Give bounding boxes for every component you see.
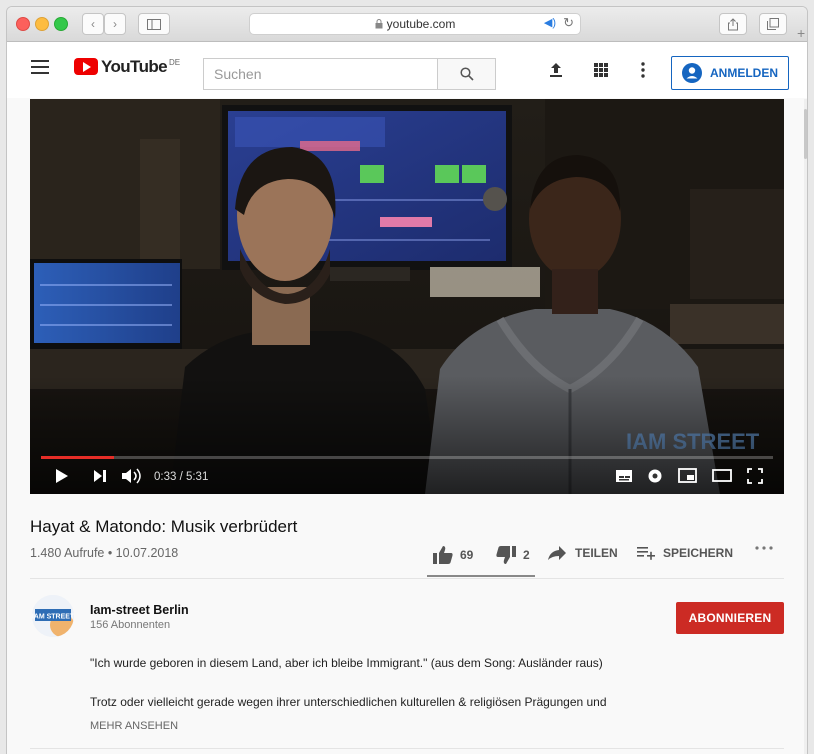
video-frame: IAM STREET 0:33 / 5:31 (30, 99, 784, 494)
zoom-window-button[interactable] (54, 17, 68, 31)
dislike-button[interactable]: 2 (496, 546, 530, 564)
share-button[interactable] (719, 13, 747, 35)
channel-name[interactable]: Iam-street Berlin (90, 603, 189, 617)
rating-bar (427, 575, 535, 577)
apps-grid-icon[interactable] (593, 62, 609, 83)
subscribe-button[interactable]: ABONNIEREN (676, 602, 784, 634)
url-text: youtube.com (386, 17, 456, 31)
subscriber-count: 156 Abonnenten (90, 619, 171, 631)
video-player[interactable]: IAM STREET 0:33 / 5:31 (30, 99, 784, 494)
time-display: 0:33 / 5:31 (154, 471, 208, 483)
close-window-button[interactable] (16, 17, 30, 31)
progress-track[interactable] (41, 456, 773, 459)
share-arrow-icon (548, 546, 566, 560)
page-scrollbar[interactable] (804, 99, 807, 754)
video-meta: 1.480 Aufrufe • 10.07.2018 (30, 546, 179, 560)
divider (30, 748, 784, 749)
address-bar[interactable]: youtube.com ◀) ↻ (249, 13, 581, 35)
chevron-left-icon: ‹ (91, 17, 95, 31)
save-label: SPEICHERN (663, 546, 734, 560)
settings-gear-icon[interactable] (648, 469, 662, 483)
menu-icon[interactable] (31, 60, 49, 74)
chevron-right-icon: › (113, 17, 117, 31)
tabs-icon (767, 18, 779, 30)
save-button[interactable]: SPEICHERN (637, 546, 733, 560)
show-more-button[interactable]: MEHR ANSEHEN (90, 720, 178, 732)
avatar-logo-text: IAM STREET (32, 614, 74, 621)
divider (30, 578, 784, 579)
youtube-header: YouTube DE ANMELDEN (7, 42, 807, 98)
more-vertical-icon[interactable] (641, 62, 645, 83)
browser-window: ‹ › youtube.com ◀) ↻ YouTube DE Suchen A… (6, 6, 808, 754)
channel-avatar[interactable]: IAM STREET (32, 595, 74, 637)
audio-playing-icon[interactable]: ◀) (544, 16, 556, 29)
sidebar-icon (147, 18, 161, 30)
like-button[interactable]: 69 (433, 546, 473, 564)
dislike-count: 2 (523, 548, 530, 562)
signin-label: ANMELDEN (710, 66, 778, 80)
more-actions-button[interactable] (755, 546, 773, 550)
search-icon (459, 67, 474, 81)
lock-icon (375, 19, 383, 29)
more-horizontal-icon (755, 546, 773, 550)
search-input[interactable] (204, 59, 457, 89)
upload-icon[interactable] (548, 62, 564, 83)
youtube-logo[interactable]: YouTube DE (74, 58, 180, 75)
logo-text: YouTube (101, 57, 168, 76)
subscribe-label: ABONNIEREN (688, 611, 772, 625)
description-line: "Ich wurde geboren in diesem Land, aber … (90, 656, 603, 670)
signin-button[interactable]: ANMELDEN (671, 56, 789, 90)
playlist-add-icon (637, 547, 655, 560)
browser-toolbar: ‹ › youtube.com ◀) ↻ (7, 7, 807, 42)
share-icon (728, 17, 738, 30)
scrollbar-thumb[interactable] (804, 109, 807, 159)
back-button[interactable]: ‹ (82, 13, 104, 35)
search-button[interactable] (437, 58, 496, 90)
video-title: Hayat & Matondo: Musik verbrüdert (30, 517, 298, 536)
subtitles-icon[interactable] (616, 470, 632, 482)
progress-fill (41, 456, 114, 459)
new-tab-icon[interactable]: + (797, 25, 807, 41)
sidebar-button[interactable] (138, 13, 170, 35)
account-circle-icon (682, 63, 702, 83)
thumbs-down-icon (496, 546, 516, 564)
share-video-button[interactable]: TEILEN (548, 546, 618, 560)
description-line: Trotz oder vielleicht gerade wegen ihrer… (90, 695, 607, 709)
minimize-window-button[interactable] (35, 17, 49, 31)
youtube-play-icon (74, 58, 98, 75)
tabs-overview-button[interactable] (759, 13, 787, 35)
thumbs-up-icon (433, 546, 453, 564)
like-count: 69 (460, 548, 474, 562)
forward-button[interactable]: › (104, 13, 126, 35)
search-box (203, 58, 457, 90)
share-label: TEILEN (575, 546, 618, 560)
reload-icon[interactable]: ↻ (563, 15, 574, 31)
logo-country-code: DE (169, 58, 181, 67)
